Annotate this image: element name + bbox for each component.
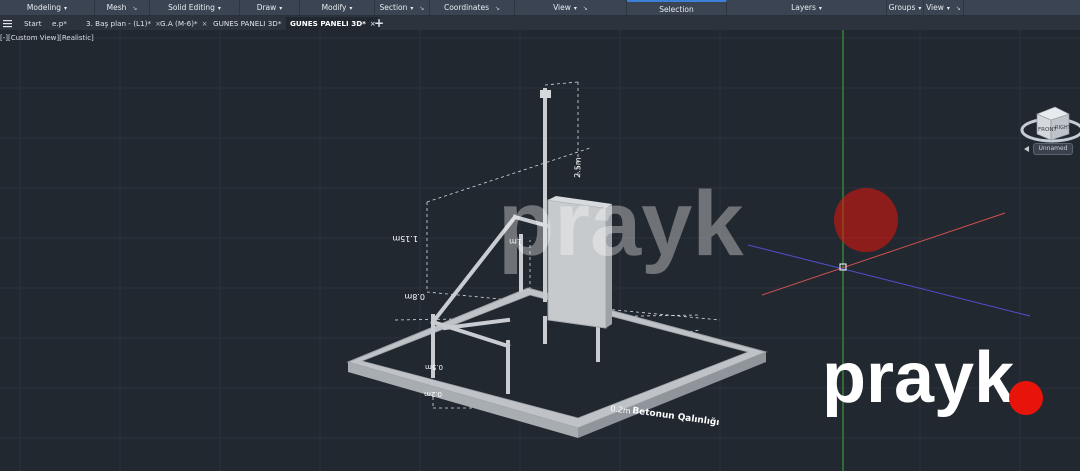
ribbon-mesh[interactable]: Mesh ↘ [95, 0, 150, 15]
watermark-large-dot [834, 188, 898, 252]
hamburger-menu-icon[interactable] [0, 17, 16, 30]
dim-base-small-2: 0.2m [424, 390, 442, 398]
dialog-launcher-icon[interactable]: ↘ [495, 5, 500, 12]
ribbon-modeling[interactable]: Modeling ▾ [0, 0, 95, 15]
dialog-launcher-icon[interactable]: ↘ [132, 5, 137, 12]
dim-side-height: 1.15m [392, 234, 418, 243]
watermark-logo-text: prayk [822, 338, 1015, 418]
ribbon-view-2[interactable]: View ▾ ↘ [924, 0, 964, 15]
ribbon-selection[interactable]: Selection [627, 0, 727, 15]
tab-ga-m6[interactable]: G.A (M-6)* × [156, 17, 212, 30]
tab-bas-plan[interactable]: 3. Baş plan - (L1)* × [82, 17, 165, 30]
ribbon-panel-bar: Modeling ▾ Mesh ↘ Solid Editing ▾ Draw ▾ Mod… [0, 0, 1080, 16]
dim-base-small: 0.5m [425, 363, 443, 371]
pole-cap [540, 90, 551, 98]
watermark-logo-dot [1009, 381, 1043, 415]
ribbon-groups[interactable]: Groups ▾ [887, 0, 924, 15]
slab-annotation: Betonun Qalınlığı [632, 406, 720, 428]
hamburger-menu-icon-svg [3, 20, 12, 28]
file-tab-bar: Start e.p* 3. Baş plan - (L1)* × G.A (M-6… [0, 16, 1080, 30]
ribbon-layers[interactable]: Layers ▾ [727, 0, 887, 15]
close-icon[interactable]: × [202, 20, 208, 28]
dialog-launcher-icon[interactable]: ↘ [419, 5, 424, 12]
dialog-launcher-icon[interactable]: ↘ [956, 5, 961, 12]
ribbon-section[interactable]: Section ▾ ↘ [375, 0, 430, 15]
drawing-viewport[interactable]: 2.5m 1.15m 1m 0.8m 0.5m 0.2m 0.2m Betonu… [0, 30, 1080, 471]
viewcube-right-label[interactable]: RIGHT [1055, 125, 1072, 131]
ribbon-solid-editing[interactable]: Solid Editing ▾ [150, 0, 240, 15]
ucs-menu[interactable]: Unnamed [1033, 143, 1073, 155]
model-space[interactable]: 2.5m 1.15m 1m 0.8m 0.5m 0.2m 0.2m Betonu… [0, 30, 1080, 471]
tab-gunes-paneli-3d[interactable]: GUNES PANELI 3D*× [209, 17, 295, 30]
tab-gunes-paneli-3d-active[interactable]: GUNES PANELI 3D* × [286, 17, 380, 30]
tab-start[interactable]: Start [20, 17, 46, 30]
watermark-large-text: prayk [498, 173, 744, 275]
dim-lower-height: 0.8m [404, 292, 425, 301]
ribbon-coordinates[interactable]: Coordinates ↘ [430, 0, 515, 15]
viewport-controls-label[interactable]: [-][Custom View][Realistic] [0, 34, 94, 42]
new-tab-plus-icon[interactable]: + [370, 17, 388, 30]
watermark-large: prayk [498, 173, 744, 275]
ribbon-modify[interactable]: Modify ▾ [300, 0, 375, 15]
ribbon-view[interactable]: View ▾ ↘ [515, 0, 627, 15]
ribbon-draw[interactable]: Draw ▾ [240, 0, 300, 15]
z-axis-line [747, 244, 1031, 317]
dialog-launcher-icon[interactable]: ↘ [583, 5, 588, 12]
tab-ep[interactable]: e.p* [48, 17, 71, 30]
viewcube-rotate-icon[interactable] [1024, 146, 1029, 152]
